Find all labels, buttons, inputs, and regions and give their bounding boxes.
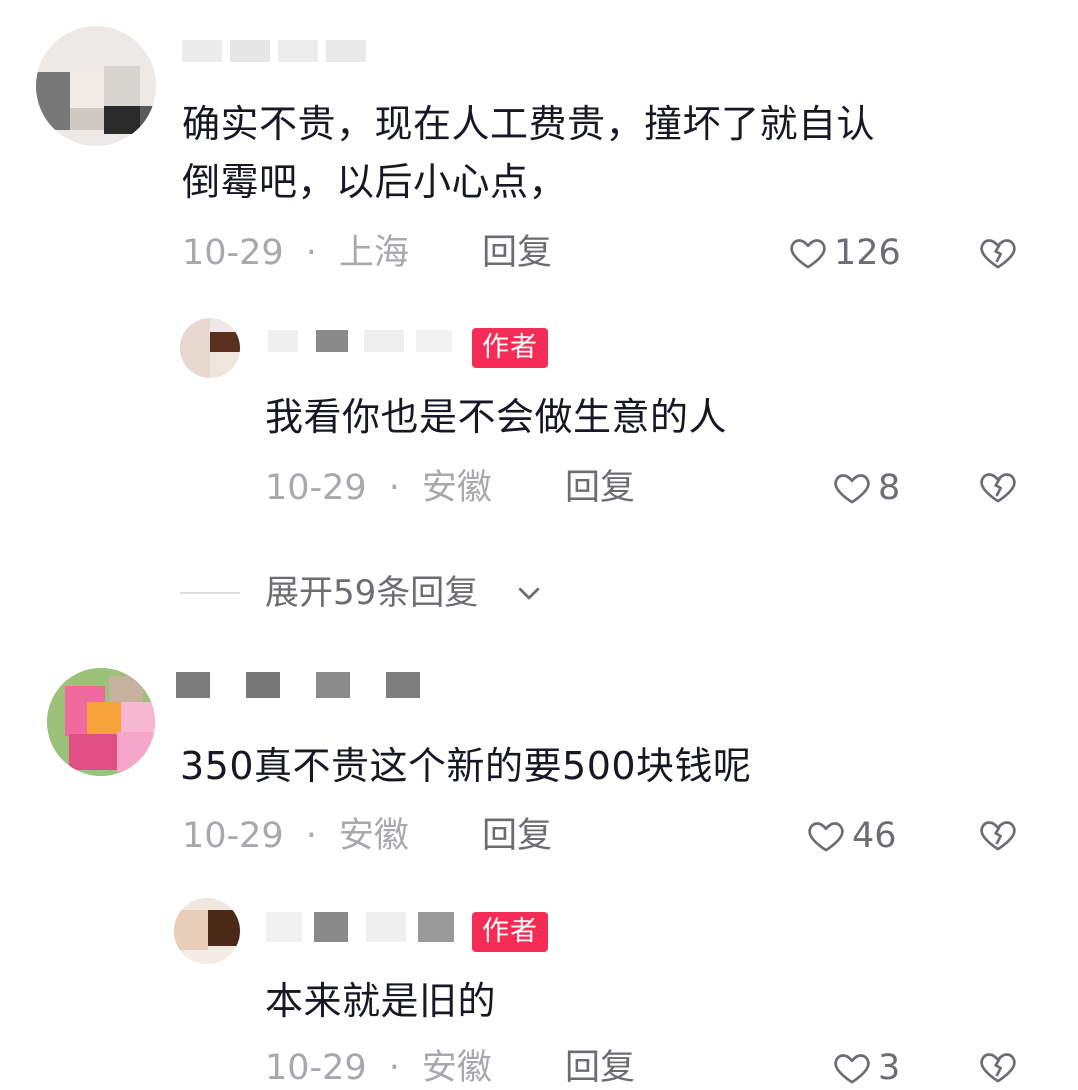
like-button[interactable]: 8 (832, 466, 900, 510)
comment-line: 350真不贵这个新的要500块钱呢 (180, 744, 752, 788)
comment-line: 确实不贵，现在人工费贵，撞坏了就自认 (182, 102, 876, 146)
reply-date: 10-29 (265, 1048, 367, 1088)
heart-outline-icon (808, 822, 844, 852)
broken-heart-icon[interactable] (978, 467, 1018, 507)
reply-text: 本来就是旧的 (265, 979, 497, 1023)
comment-meta: 10-29 · 上海 (182, 233, 409, 273)
divider (180, 592, 240, 594)
broken-heart-icon[interactable] (978, 815, 1018, 855)
reply-meta: 10-29 · 安徽 (265, 468, 492, 508)
broken-heart-icon[interactable] (978, 233, 1018, 273)
heart-outline-icon (834, 474, 870, 504)
reply-button[interactable]: 回复 (565, 1046, 635, 1090)
avatar[interactable] (47, 668, 155, 776)
comment-text: 确实不贵，现在人工费贵，撞坏了就自认 倒霉吧，以后小心点， (182, 95, 875, 211)
avatar[interactable] (180, 318, 240, 378)
reply-location: 安徽 (421, 468, 492, 508)
comment-date: 10-29 (182, 816, 284, 856)
comment-location: 上海 (338, 233, 409, 273)
reply-location: 安徽 (421, 1048, 492, 1088)
username-masked[interactable] (266, 912, 466, 942)
chevron-down-icon[interactable] (514, 578, 544, 608)
username-masked[interactable] (182, 40, 382, 70)
author-badge: 作者 (472, 328, 548, 368)
avatar[interactable] (174, 898, 240, 964)
heart-outline-icon (790, 239, 826, 269)
reply-meta: 10-29 · 安徽 (265, 1048, 492, 1088)
like-count: 126 (834, 233, 901, 273)
reply-button[interactable]: 回复 (565, 466, 635, 510)
broken-heart-icon[interactable] (978, 1047, 1018, 1087)
comment-location: 安徽 (338, 816, 409, 856)
reply-text: 我看你也是不会做生意的人 (265, 395, 728, 439)
heart-outline-icon (834, 1054, 870, 1084)
like-button[interactable]: 126 (788, 231, 901, 275)
username-masked[interactable] (268, 330, 458, 360)
author-badge: 作者 (472, 912, 548, 952)
comment-text: 350真不贵这个新的要500块钱呢 (180, 737, 752, 795)
like-count: 3 (878, 1048, 901, 1088)
like-button[interactable]: 46 (806, 814, 897, 858)
comment-date: 10-29 (182, 233, 284, 273)
reply-button[interactable]: 回复 (482, 814, 552, 858)
like-button[interactable]: 3 (832, 1046, 900, 1090)
avatar[interactable] (36, 26, 156, 146)
username-masked[interactable] (176, 672, 426, 702)
comment-line: 倒霉吧，以后小心点， (182, 160, 568, 204)
like-count: 46 (852, 816, 897, 856)
reply-button[interactable]: 回复 (482, 231, 552, 275)
like-count: 8 (878, 468, 901, 508)
reply-date: 10-29 (265, 468, 367, 508)
comment-meta: 10-29 · 安徽 (182, 816, 409, 856)
expand-replies-label[interactable]: 展开59条回复 (265, 571, 478, 615)
